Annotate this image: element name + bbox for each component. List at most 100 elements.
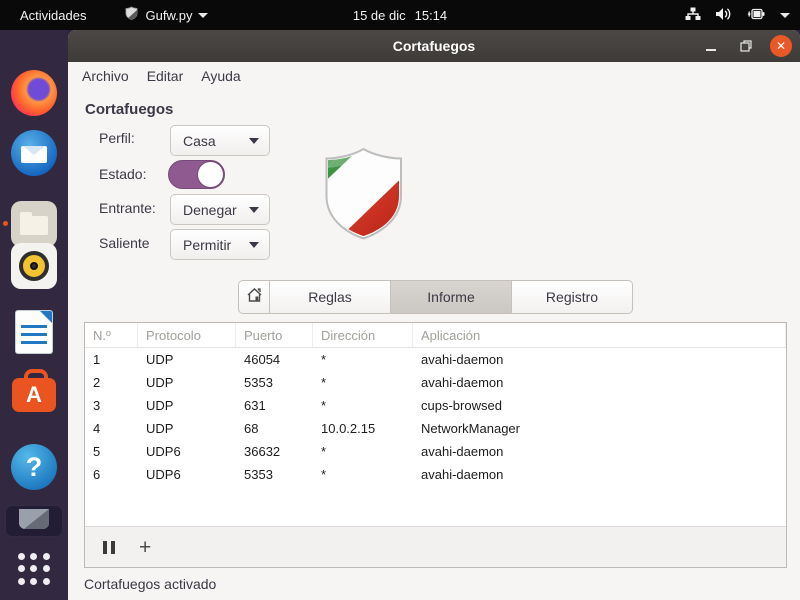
table-row[interactable]: 3UDP631*cups-browsed [85,394,786,417]
dock-item-app-grid[interactable] [11,546,57,592]
report-table-header: N.ºProtocoloPuertoDirecciónAplicación [85,323,786,348]
table-cell: 5353 [236,463,313,486]
pause-button[interactable] [103,541,115,554]
table-cell: 5 [85,440,138,463]
table-cell: 10.0.2.15 [313,417,413,440]
table-cell: cups-browsed [413,394,786,417]
tab-informe[interactable]: Informe [391,280,512,314]
gufw-window: Cortafuegos ✕ Archivo Editar Ayuda Corta… [68,30,800,600]
gufw-shield-logo [321,146,407,247]
table-cell: UDP [138,417,236,440]
table-cell: * [313,440,413,463]
table-cell: 68 [236,417,313,440]
desktop: Actividades Gufw.py 15 de dic 15:14 [0,0,800,600]
dock-item-ubuntu-software[interactable]: A [11,368,57,414]
estado-toggle[interactable] [168,160,225,189]
menu-editar[interactable]: Editar [138,64,193,88]
table-cell: * [313,463,413,486]
caret-down-icon [780,13,790,18]
table-cell: avahi-daemon [413,348,786,371]
activities-button[interactable]: Actividades [12,4,94,27]
column-header[interactable]: Protocolo [138,323,236,347]
report-toolbar: + [85,526,786,567]
toggle-knob [197,161,224,188]
files-icon [11,201,57,247]
report-table-body: 1UDP46054*avahi-daemon2UDP5353*avahi-dae… [85,348,786,526]
dock-item-firefox[interactable] [11,70,57,116]
saliente-dropdown[interactable]: Permitir [170,229,270,260]
home-icon [246,287,263,308]
gufw-shield-icon [15,507,53,536]
table-cell: 3 [85,394,138,417]
battery-icon [746,7,766,24]
clock-date: 15 de dic [353,8,406,23]
column-header[interactable]: Dirección [313,323,413,347]
tab-reglas[interactable]: Reglas [270,280,391,314]
dock-item-gufw[interactable] [5,505,63,537]
rhythmbox-icon [11,243,57,289]
minimize-button[interactable] [700,35,722,57]
perfil-value: Casa [183,133,216,149]
restore-button[interactable] [735,35,757,57]
statusbar: Cortafuegos activado [68,568,800,600]
table-row[interactable]: 2UDP5353*avahi-daemon [85,371,786,394]
add-rule-button[interactable]: + [139,537,151,558]
app-menu-label: Gufw.py [145,8,192,23]
table-cell: * [313,348,413,371]
titlebar[interactable]: Cortafuegos ✕ [68,30,800,62]
saliente-label: Saliente [99,235,150,251]
entrante-dropdown[interactable]: Denegar [170,194,270,225]
table-row[interactable]: 1UDP46054*avahi-daemon [85,348,786,371]
tab-registro[interactable]: Registro [512,280,633,314]
clock-time: 15:14 [415,8,448,23]
column-header[interactable]: N.º [85,323,138,347]
entrante-value: Denegar [183,202,237,218]
saliente-value: Permitir [183,237,231,253]
chevron-down-icon [249,242,259,248]
libreoffice-writer-icon [15,310,53,354]
dock-item-thunderbird[interactable] [11,130,57,176]
table-cell: 6 [85,463,138,486]
table-cell: * [313,371,413,394]
section-title: Cortafuegos [85,101,173,118]
table-row[interactable]: 6UDP65353*avahi-daemon [85,463,786,486]
gufw-shield-icon [124,6,139,24]
dock-item-files[interactable] [11,176,57,222]
ubuntu-software-icon: A [12,378,56,412]
table-cell: NetworkManager [413,417,786,440]
table-cell: 631 [236,394,313,417]
tab-home[interactable] [238,280,270,314]
report-panel: N.ºProtocoloPuertoDirecciónAplicación 1U… [84,322,787,568]
table-row[interactable]: 5UDP636632*avahi-daemon [85,440,786,463]
menu-ayuda[interactable]: Ayuda [192,64,249,88]
running-indicator-dot [3,221,8,226]
table-cell: UDP [138,348,236,371]
menu-archivo[interactable]: Archivo [73,64,138,88]
dock-item-help[interactable]: ? [11,444,57,490]
dock-item-rhythmbox[interactable] [11,243,57,289]
table-cell: 5353 [236,371,313,394]
table-row[interactable]: 4UDP6810.0.2.15NetworkManager [85,417,786,440]
dock: A ? [0,30,68,600]
table-cell: * [313,394,413,417]
table-cell: 1 [85,348,138,371]
volume-icon [715,7,732,24]
menubar: Archivo Editar Ayuda [68,62,800,90]
perfil-dropdown[interactable]: Casa [170,125,270,156]
system-status-area[interactable] [685,0,790,30]
column-header[interactable]: Aplicación [413,323,786,347]
window-title: Cortafuegos [393,38,475,54]
dock-item-libreoffice-writer[interactable] [11,309,57,355]
network-icon [685,7,701,24]
table-cell: avahi-daemon [413,371,786,394]
table-cell: UDP [138,371,236,394]
table-cell: 36632 [236,440,313,463]
table-cell: 2 [85,371,138,394]
close-button[interactable]: ✕ [770,35,792,57]
column-header[interactable]: Puerto [236,323,313,347]
chevron-down-icon [249,207,259,213]
help-icon: ? [11,444,57,490]
app-grid-icon [15,550,53,588]
table-cell: UDP6 [138,440,236,463]
app-menu-button[interactable]: Gufw.py [118,2,214,28]
